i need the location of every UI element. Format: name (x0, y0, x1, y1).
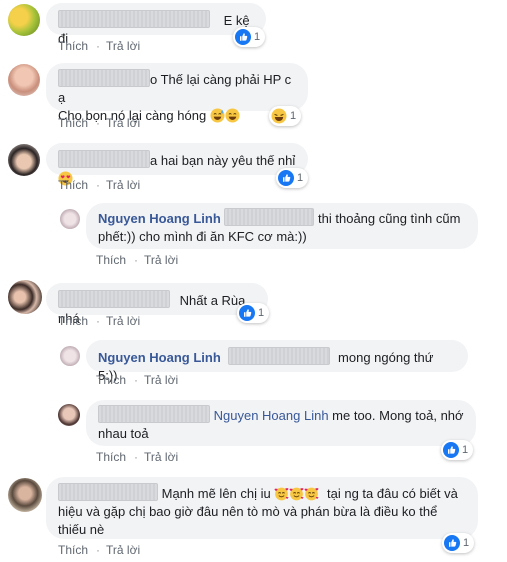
like-link[interactable]: Thích (58, 39, 88, 53)
comment-text-line-2: phết:)) cho mình đi ăn KFC cơ mà:)) (98, 229, 307, 244)
comment-text: a hai bạn này yêu thế nhỉ (150, 153, 296, 168)
comment-actions: Thích · Trả lời (58, 543, 148, 557)
author-name[interactable]: Nguyen Hoang Linh (98, 350, 221, 365)
redacted-text (224, 208, 315, 226)
reaction-summary[interactable]: 1 (441, 440, 474, 460)
comment-bubble: a hai bạn này yêu thế nhỉ (46, 143, 308, 175)
reaction-summary[interactable]: 1 (233, 27, 266, 47)
reply-bubble: Nguyen Hoang Linh thi thoảng cũng tình c… (86, 203, 478, 249)
like-link[interactable]: Thích (58, 116, 88, 130)
avatar[interactable] (8, 478, 42, 512)
reply-link[interactable]: Trả lời (144, 450, 178, 464)
avatar[interactable] (8, 64, 40, 96)
like-link[interactable]: Thích (58, 314, 88, 328)
avatar[interactable] (8, 4, 40, 36)
reaction-summary[interactable]: 1 (276, 168, 309, 188)
reply-link[interactable]: Trả lời (106, 543, 140, 557)
avatar[interactable] (60, 346, 80, 366)
comment-text-line-3: thiếu nè (58, 522, 105, 537)
separator: · (96, 39, 101, 53)
like-link[interactable]: Thích (96, 450, 126, 464)
avatar[interactable] (8, 144, 40, 176)
redacted-author-name (58, 150, 150, 168)
comment-actions: Thích · Trả lời (58, 314, 148, 328)
reply-bubble: Nguyen Hoang Linh mong ngóng thứ 5:)) (86, 340, 468, 383)
separator: · (134, 450, 139, 464)
comment-actions: Thích · Trả lời (58, 39, 148, 53)
separator: · (96, 116, 101, 130)
comment-actions: Thích · Trả lời (58, 116, 148, 130)
reaction-summary[interactable]: 1 (269, 106, 302, 126)
reaction-count: 1 (254, 31, 261, 43)
separator: · (96, 543, 101, 557)
comment-text-line-1: thi thoảng cũng tình cũm (318, 211, 461, 226)
redacted-author-name (58, 10, 210, 28)
haha-reaction-icon (271, 108, 287, 124)
redacted-text (228, 347, 331, 365)
comment-actions: Thích · Trả lời (96, 373, 186, 387)
like-link[interactable]: Thích (58, 178, 88, 192)
comment-actions: Thích · Trả lời (96, 450, 186, 464)
separator: · (134, 253, 139, 267)
separator: · (134, 373, 139, 387)
like-link[interactable]: Thích (96, 253, 126, 267)
reaction-summary[interactable]: 1 (237, 303, 270, 323)
avatar[interactable] (58, 404, 80, 426)
reaction-summary[interactable]: 1 (442, 533, 475, 553)
comment-text-line-2: nhau toả (98, 426, 149, 441)
reply-link[interactable]: Trả lời (106, 314, 140, 328)
redacted-author-name (58, 69, 150, 87)
reaction-count: 1 (290, 110, 297, 122)
comment-text-line-2: hiệu và gặp chị bao giờ đâu nên tò mò và… (58, 504, 438, 519)
comment-bubble: Mạnh mẽ lên chị iu tại ng ta đâu có biết… (46, 477, 478, 539)
mention-link[interactable]: Nguyen Hoang Linh (214, 408, 329, 423)
comment-text-line-1-cont: tại ng ta đâu có biết và (327, 486, 458, 501)
reply-link[interactable]: Trả lời (106, 178, 140, 192)
laughing-sweat-emoji (210, 108, 225, 123)
reply-link[interactable]: Trả lời (106, 116, 140, 130)
reply-link[interactable]: Trả lời (144, 373, 178, 387)
redacted-author-name (98, 405, 210, 423)
comment-bubble: E kệ đi (46, 3, 266, 46)
smiling-hearts-emoji (304, 486, 319, 501)
like-reaction-icon (443, 442, 459, 458)
comment-bubble: o Thế lại càng phải HP c ạ Cho bọn nó lạ… (46, 63, 308, 123)
like-link[interactable]: Thích (58, 543, 88, 557)
redacted-author-name (58, 483, 158, 501)
like-reaction-icon (444, 535, 460, 551)
smiling-eyes-emoji (225, 108, 240, 123)
reply-link[interactable]: Trả lời (144, 253, 178, 267)
like-reaction-icon (239, 305, 255, 321)
comment-text-line-1: me too. Mong toả, nhớ (332, 408, 464, 423)
like-link[interactable]: Thích (96, 373, 126, 387)
comment-actions: Thích · Trả lời (58, 178, 148, 192)
reaction-count: 1 (463, 537, 470, 549)
comment-text-line-1: Mạnh mẽ lên chị iu (161, 486, 271, 501)
smiling-hearts-emoji (289, 486, 304, 501)
reaction-count: 1 (462, 444, 469, 456)
reply-bubble: Nguyen Hoang Linh me too. Mong toả, nhớ … (86, 400, 476, 446)
comment-actions: Thích · Trả lời (96, 253, 186, 267)
author-name[interactable]: Nguyen Hoang Linh (98, 211, 221, 226)
separator: · (96, 314, 101, 328)
avatar[interactable] (60, 209, 80, 229)
like-reaction-icon (235, 29, 251, 45)
separator: · (96, 178, 101, 192)
avatar[interactable] (8, 280, 42, 314)
reply-link[interactable]: Trả lời (106, 39, 140, 53)
smiling-hearts-emoji (274, 486, 289, 501)
redacted-author-name (58, 290, 170, 308)
like-reaction-icon (278, 170, 294, 186)
reaction-count: 1 (297, 172, 304, 184)
comment-bubble: Nhất a Rùa nhá (46, 283, 268, 326)
reaction-count: 1 (258, 307, 265, 319)
